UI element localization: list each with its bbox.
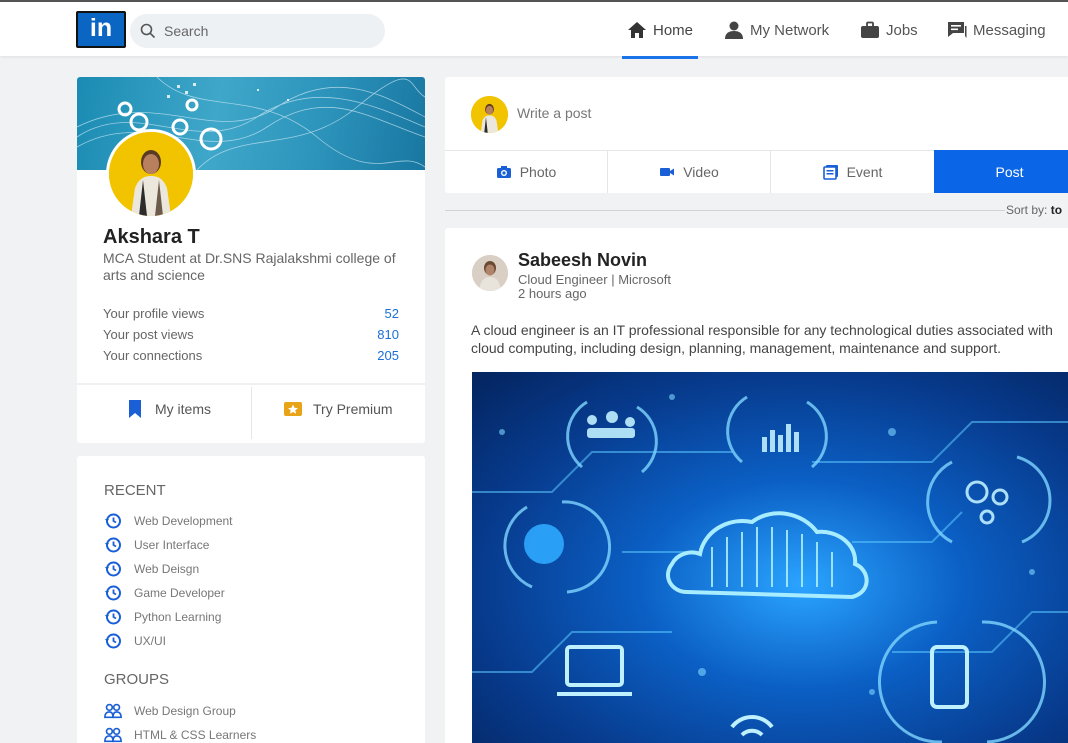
- history-icon: [105, 561, 121, 577]
- video-label: Video: [683, 164, 719, 180]
- messaging-icon: [948, 22, 967, 38]
- photo-label: Photo: [519, 164, 557, 180]
- recent-item[interactable]: User Interface: [104, 536, 209, 554]
- post-author-avatar-image: [472, 255, 508, 291]
- groups-title: GROUPS: [104, 671, 170, 688]
- post-author-avatar[interactable]: [472, 255, 508, 291]
- recent-groups-card: RECENT Web Development User Interface We…: [77, 456, 425, 743]
- recent-item[interactable]: UX/UI: [104, 632, 166, 650]
- recent-item[interactable]: Python Learning: [104, 608, 221, 626]
- post-timestamp: 2 hours ago: [518, 286, 587, 301]
- nav-my-network-label: My Network: [750, 21, 830, 39]
- sort-label: Sort by:: [1006, 203, 1048, 217]
- history-icon: [105, 585, 121, 601]
- stat-profile-views[interactable]: Your profile views 52: [103, 306, 399, 321]
- post-author-role: Cloud Engineer | Microsoft: [518, 272, 671, 287]
- recent-item-label: UX/UI: [134, 634, 167, 648]
- search-icon: [140, 23, 156, 39]
- group-item[interactable]: HTML & CSS Learners: [104, 726, 256, 743]
- home-icon: [628, 22, 646, 38]
- profile-card: Akshara T MCA Student at Dr.SNS Rajalaks…: [77, 77, 425, 443]
- nav-home[interactable]: Home: [627, 2, 693, 58]
- stat-label: Your profile views: [103, 306, 205, 321]
- nav-messaging-label: Messaging: [973, 21, 1046, 39]
- nav-jobs-label: Jobs: [886, 21, 918, 39]
- video-icon: [660, 168, 675, 176]
- group-icon: [104, 703, 122, 719]
- stat-post-views[interactable]: Your post views 810: [103, 327, 399, 342]
- try-premium-button[interactable]: Try Premium: [283, 399, 393, 419]
- premium-icon: [284, 402, 302, 416]
- nav-active-indicator: [622, 56, 698, 59]
- stat-connections[interactable]: Your connections 205: [103, 348, 399, 363]
- event-icon: [822, 165, 838, 180]
- history-icon: [105, 513, 121, 529]
- recent-item[interactable]: Web Deisgn: [104, 560, 199, 578]
- recent-title: RECENT: [104, 482, 166, 499]
- sort-divider: [445, 210, 1005, 211]
- cloud-computing-illustration: [472, 394, 1068, 743]
- nav-home-label: Home: [653, 21, 694, 39]
- profile-divider: [77, 383, 425, 385]
- recent-item[interactable]: Web Development: [104, 512, 233, 530]
- event-label: Event: [846, 164, 883, 180]
- recent-item[interactable]: Game Developer: [104, 584, 225, 602]
- post-image[interactable]: [472, 372, 1068, 743]
- search-input[interactable]: [164, 23, 364, 39]
- video-button[interactable]: Video: [608, 150, 771, 193]
- post-composer: Write a post Photo Video Event Post: [445, 77, 1068, 193]
- group-item-label: Web Design Group: [134, 704, 236, 718]
- write-post-input[interactable]: Write a post: [517, 105, 591, 121]
- post-button[interactable]: Post: [934, 150, 1068, 193]
- stat-label: Your connections: [103, 348, 203, 363]
- top-nav-bar: in Home My Network Jobs Messaging: [0, 0, 1068, 56]
- bookmark-icon: [129, 400, 141, 418]
- sort-value: to: [1050, 203, 1063, 217]
- post-text: A cloud engineer is an IT professional r…: [471, 322, 1053, 356]
- profile-headline: MCA Student at Dr.SNS Rajalakshmi colleg…: [103, 250, 396, 283]
- profile-name[interactable]: Akshara T: [103, 226, 200, 249]
- feed-post: Sabeesh Novin Cloud Engineer | Microsoft…: [445, 228, 1068, 743]
- search-bar[interactable]: [130, 14, 385, 48]
- network-icon: [725, 21, 743, 39]
- profile-avatar[interactable]: [106, 129, 196, 219]
- profile-divider-vertical: [251, 387, 252, 439]
- nav-jobs[interactable]: Jobs: [860, 2, 918, 58]
- linkedin-logo[interactable]: in: [76, 11, 126, 48]
- history-icon: [105, 537, 121, 553]
- my-items-label: My items: [155, 401, 211, 417]
- composer-avatar: [471, 96, 508, 133]
- post-author-name[interactable]: Sabeesh Novin: [518, 250, 647, 271]
- stat-value: 205: [377, 348, 399, 363]
- group-item-label: HTML & CSS Learners: [134, 728, 257, 742]
- nav-messaging[interactable]: Messaging: [947, 2, 1046, 58]
- my-items-button[interactable]: My items: [125, 399, 211, 419]
- recent-item-label: User Interface: [134, 538, 210, 552]
- briefcase-icon: [861, 21, 879, 38]
- group-item[interactable]: Web Design Group: [104, 702, 236, 720]
- recent-item-label: Python Learning: [134, 610, 222, 624]
- nav-my-network[interactable]: My Network: [724, 2, 829, 58]
- recent-item-label: Web Development: [134, 514, 233, 528]
- try-premium-label: Try Premium: [313, 401, 393, 417]
- stat-value: 810: [377, 327, 399, 342]
- history-icon: [105, 609, 121, 625]
- stat-value: 52: [384, 306, 399, 321]
- recent-item-label: Game Developer: [134, 586, 225, 600]
- photo-button[interactable]: Photo: [445, 150, 608, 193]
- history-icon: [105, 633, 121, 649]
- sort-dropdown[interactable]: Sort by: to: [1006, 203, 1062, 217]
- event-button[interactable]: Event: [771, 150, 934, 193]
- camera-icon: [496, 166, 511, 178]
- composer-avatar-image: [471, 96, 508, 133]
- recent-item-label: Web Deisgn: [134, 562, 200, 576]
- profile-avatar-image: [109, 132, 193, 216]
- group-icon: [104, 727, 122, 743]
- stat-label: Your post views: [103, 327, 194, 342]
